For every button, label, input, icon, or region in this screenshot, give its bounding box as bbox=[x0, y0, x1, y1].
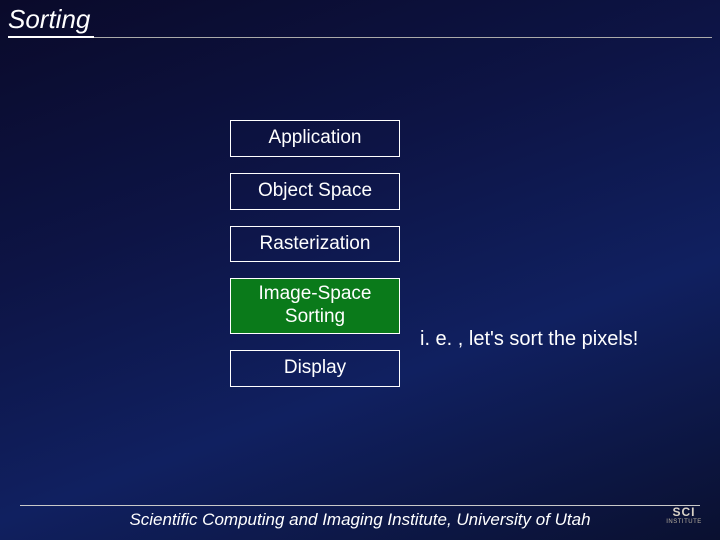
sci-logo: SCI INSTITUTE bbox=[662, 500, 706, 530]
page-title: Sorting bbox=[8, 4, 94, 38]
stage-application: Application bbox=[230, 120, 400, 157]
title-underline bbox=[8, 37, 712, 38]
footer-attribution: Scientific Computing and Imaging Institu… bbox=[0, 510, 720, 530]
stage-image-space-sorting: Image-Space Sorting bbox=[230, 278, 400, 334]
annotation-text: i. e. , let's sort the pixels! bbox=[420, 328, 638, 351]
footer-divider bbox=[20, 505, 700, 506]
stage-rasterization: Rasterization bbox=[230, 226, 400, 263]
logo-line1: SCI bbox=[672, 506, 695, 518]
footer: Scientific Computing and Imaging Institu… bbox=[0, 505, 720, 530]
pipeline-stack: Application Object Space Rasterization I… bbox=[230, 120, 400, 387]
stage-object-space: Object Space bbox=[230, 173, 400, 210]
stage-display: Display bbox=[230, 350, 400, 387]
logo-line2: INSTITUTE bbox=[666, 519, 702, 525]
